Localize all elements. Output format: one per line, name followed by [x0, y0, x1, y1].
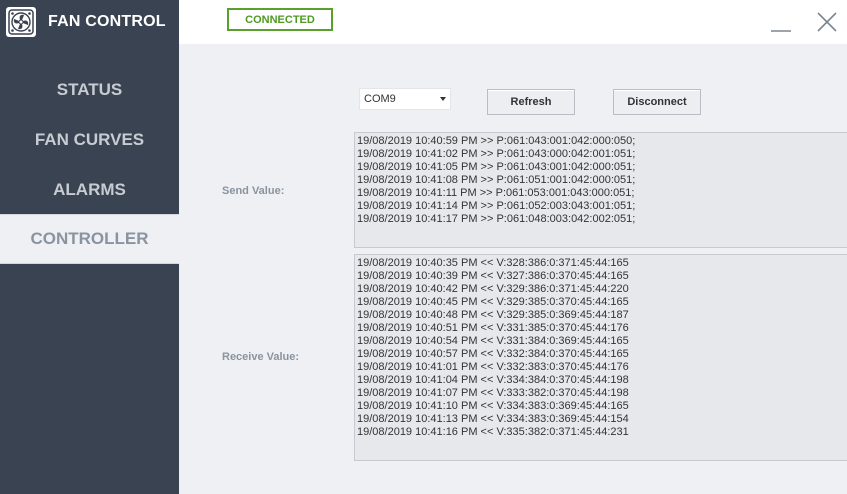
receive-value-label: Receive Value:: [222, 351, 300, 363]
nav-item-alarms[interactable]: ALARMS: [0, 166, 179, 214]
send-log-line: 19/08/2019 10:40:59 PM >> P:061:043:001:…: [357, 135, 636, 147]
receive-log-line: 19/08/2019 10:41:04 PM << V:334:384:0:37…: [357, 374, 629, 386]
send-log-line: 19/08/2019 10:41:11 PM >> P:061:053:001:…: [357, 187, 635, 199]
close-icon: [817, 12, 837, 32]
com-port-value: COM9: [364, 93, 396, 105]
nav-item-fan-curves[interactable]: FAN CURVES: [0, 116, 179, 164]
receive-log-line: 19/08/2019 10:40:39 PM << V:327:386:0:37…: [357, 270, 629, 282]
minimize-icon: [771, 30, 791, 32]
fan-icon: [6, 7, 36, 37]
send-log-line: 19/08/2019 10:41:08 PM >> P:061:051:001:…: [357, 174, 636, 186]
minimize-button[interactable]: [769, 10, 793, 34]
com-port-select[interactable]: COM9: [359, 88, 451, 110]
receive-log-line: 19/08/2019 10:41:10 PM << V:334:383:0:36…: [357, 400, 629, 412]
send-value-label: Send Value:: [222, 185, 285, 197]
sidebar: FAN CONTROL STATUS FAN CURVES ALARMS CON…: [0, 0, 179, 494]
send-log-line: 19/08/2019 10:41:17 PM >> P:061:048:003:…: [357, 213, 636, 225]
nav-item-status[interactable]: STATUS: [0, 66, 179, 114]
app-title: FAN CONTROL: [48, 13, 166, 30]
receive-log-line: 19/08/2019 10:41:13 PM << V:334:383:0:36…: [357, 413, 629, 425]
refresh-button[interactable]: Refresh: [487, 89, 575, 115]
disconnect-button[interactable]: Disconnect: [613, 89, 701, 115]
receive-log-line: 19/08/2019 10:41:16 PM << V:335:382:0:37…: [357, 426, 629, 438]
receive-log-line: 19/08/2019 10:41:01 PM << V:332:383:0:37…: [357, 361, 629, 373]
receive-log-line: 19/08/2019 10:40:51 PM << V:331:385:0:37…: [357, 322, 629, 334]
send-log-line: 19/08/2019 10:41:05 PM >> P:061:043:001:…: [357, 161, 636, 173]
receive-log-line: 19/08/2019 10:40:35 PM << V:328:386:0:37…: [357, 257, 629, 269]
receive-log-line: 19/08/2019 10:40:57 PM << V:332:384:0:37…: [357, 348, 629, 360]
close-button[interactable]: [815, 10, 839, 34]
chevron-down-icon: [440, 97, 446, 101]
nav-item-controller[interactable]: CONTROLLER: [0, 214, 179, 264]
receive-log-line: 19/08/2019 10:40:54 PM << V:331:384:0:36…: [357, 335, 629, 347]
receive-log-line: 19/08/2019 10:40:45 PM << V:329:385:0:37…: [357, 296, 629, 308]
receive-log-textbox[interactable]: 19/08/2019 10:40:35 PM << V:328:386:0:37…: [354, 254, 847, 461]
app-brand: FAN CONTROL: [0, 0, 179, 44]
receive-log-line: 19/08/2019 10:40:48 PM << V:329:385:0:36…: [357, 309, 629, 321]
receive-log-line: 19/08/2019 10:40:42 PM << V:329:386:0:37…: [357, 283, 629, 295]
top-bar: CONNECTED: [179, 0, 847, 44]
send-log-line: 19/08/2019 10:41:02 PM >> P:061:043:000:…: [357, 148, 636, 160]
receive-log-line: 19/08/2019 10:41:07 PM << V:333:382:0:37…: [357, 387, 629, 399]
connection-status-badge: CONNECTED: [227, 8, 333, 31]
send-log-line: 19/08/2019 10:41:14 PM >> P:061:052:003:…: [357, 200, 636, 212]
send-log-textbox[interactable]: 19/08/2019 10:40:59 PM >> P:061:043:001:…: [354, 132, 847, 248]
